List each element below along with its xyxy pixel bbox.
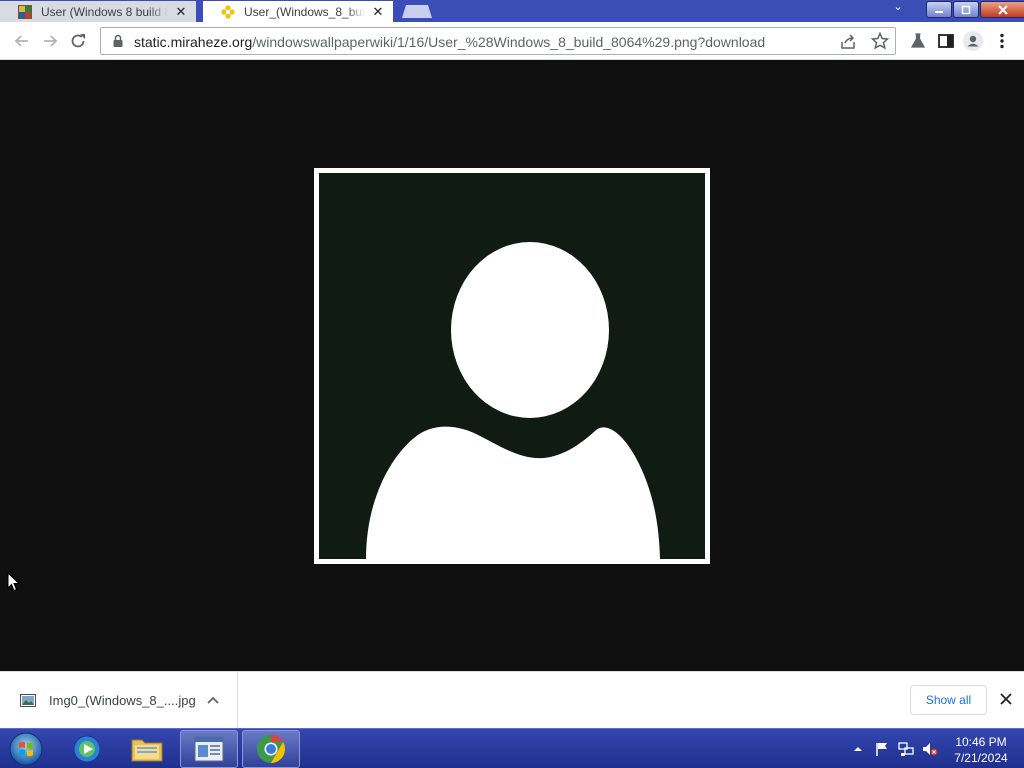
restore-icon: [961, 5, 971, 14]
minimize-button[interactable]: [926, 1, 952, 18]
new-tab-button[interactable]: [402, 5, 432, 18]
chrome-icon: [257, 735, 285, 763]
address-bar[interactable]: static.miraheze.org/windowswallpaperwiki…: [100, 27, 896, 55]
tab-strip: User (Windows 8 build 8064).png ✕ User_(…: [0, 0, 1024, 22]
forward-arrow-icon[interactable]: [40, 31, 60, 51]
chevron-up-icon[interactable]: [206, 694, 220, 706]
windows-taskbar: 10:46 PM 7/21/2024: [0, 728, 1024, 768]
page-content: [0, 60, 1024, 671]
action-center-flag-icon[interactable]: [874, 741, 890, 757]
flower-favicon-icon: [221, 4, 235, 19]
restore-button[interactable]: [953, 1, 979, 18]
url-path: /windowswallpaperwiki/1/16/User_%28Windo…: [252, 34, 766, 50]
taskbar-control-panel[interactable]: [180, 730, 238, 768]
share-icon[interactable]: [839, 33, 857, 51]
clock-date: 7/21/2024: [954, 751, 1008, 765]
download-file-name: Img0_(Windows_8_....jpg: [49, 693, 196, 708]
back-arrow-icon[interactable]: [12, 31, 32, 51]
window-controls: [925, 1, 1024, 19]
url-text[interactable]: static.miraheze.org/windowswallpaperwiki…: [134, 34, 765, 50]
close-icon: [998, 4, 1008, 15]
browser-toolbar: static.miraheze.org/windowswallpaperwiki…: [0, 22, 1024, 60]
screen: { "browser": { "tabs": [ {"title": "User…: [0, 0, 1024, 768]
minimize-icon: [935, 10, 943, 13]
download-shelf: Img0_(Windows_8_....jpg Show all: [0, 671, 1024, 728]
tab-close-icon[interactable]: ✕: [174, 4, 188, 19]
taskbar-chrome[interactable]: [242, 730, 300, 768]
tab-title: User (Windows 8 build 8064).png: [41, 4, 168, 19]
clock-time: 10:46 PM: [955, 735, 1007, 749]
lock-icon[interactable]: [111, 34, 125, 48]
taskbar-media-player[interactable]: [58, 730, 116, 768]
mouse-cursor-icon: [7, 572, 21, 592]
image-file-icon: [20, 694, 36, 707]
close-window-button[interactable]: [980, 1, 1024, 18]
reload-icon[interactable]: [68, 31, 88, 51]
close-shelf-icon[interactable]: [999, 692, 1013, 706]
more-menu-icon[interactable]: [992, 31, 1012, 51]
taskbar-file-explorer[interactable]: [118, 730, 176, 768]
media-player-icon: [73, 735, 101, 763]
system-clock[interactable]: 10:46 PM 7/21/2024: [942, 734, 1020, 766]
tab-user-windows-8-build-2[interactable]: User_(Windows_8_build_8064).png ✕: [203, 1, 393, 22]
side-panel-icon[interactable]: [936, 31, 956, 51]
network-icon[interactable]: [898, 741, 914, 757]
start-orb-button[interactable]: [8, 731, 44, 767]
folder-icon: [131, 739, 163, 762]
user-account-picture: [314, 168, 710, 564]
volume-muted-icon[interactable]: [922, 741, 938, 757]
tab-close-icon[interactable]: ✕: [371, 4, 385, 19]
bookmark-star-icon[interactable]: [871, 32, 889, 50]
show-all-button[interactable]: Show all: [910, 685, 987, 715]
image-file-icon: [18, 4, 32, 19]
tab-user-windows-8-build-1[interactable]: User (Windows 8 build 8064).png ✕: [0, 1, 196, 22]
show-hidden-icons-arrow-icon[interactable]: [850, 741, 866, 757]
url-host: static.miraheze.org: [134, 34, 253, 50]
profile-avatar-icon[interactable]: [963, 31, 983, 51]
tab-search-chevron-icon[interactable]: ⌄: [890, 0, 906, 16]
labs-flask-icon[interactable]: [908, 31, 928, 51]
window-app-icon: [194, 736, 224, 762]
download-item[interactable]: Img0_(Windows_8_....jpg: [0, 672, 238, 728]
tab-title: User_(Windows_8_build_8064).png: [244, 4, 365, 19]
